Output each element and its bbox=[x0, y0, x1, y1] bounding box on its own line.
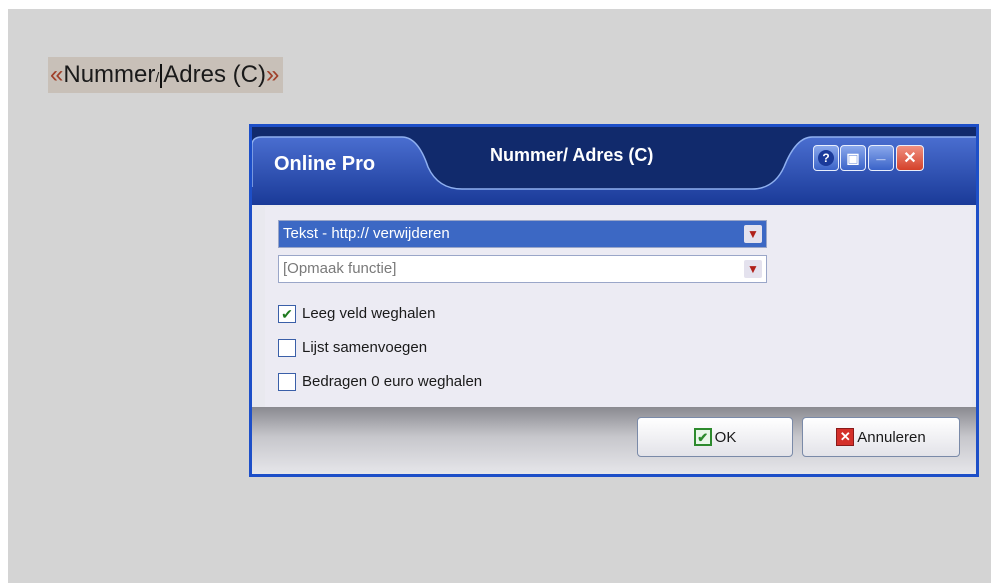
merge-field-text-before: Nummer bbox=[63, 61, 156, 88]
check-icon: ✔ bbox=[693, 428, 712, 446]
minimize-icon: _ bbox=[876, 145, 886, 162]
checkbox-box[interactable] bbox=[278, 339, 296, 357]
text-cursor bbox=[160, 63, 163, 88]
dialog-body: Tekst - http:// verwijderen ▼ [Opmaak fu… bbox=[265, 207, 972, 407]
merge-field[interactable]: «Nummer/Adres (C)» bbox=[48, 57, 284, 93]
checkbox-label: Leeg veld weghalen bbox=[302, 305, 436, 322]
ok-button[interactable]: ✔ OK bbox=[637, 417, 793, 457]
restore-button[interactable]: ▣ bbox=[840, 145, 866, 171]
format-combo[interactable]: [Opmaak functie] ▼ bbox=[278, 255, 767, 283]
dialog-titlebar[interactable]: Online Pro Nummer/ Adres (C) ? ▣ _ ✕ bbox=[252, 127, 976, 205]
merge-field-close-chevron: » bbox=[265, 61, 280, 88]
ok-label: OK bbox=[714, 428, 737, 446]
minimize-button[interactable]: _ bbox=[868, 145, 894, 171]
cancel-label: Annuleren bbox=[857, 428, 926, 446]
close-icon: ✕ bbox=[903, 150, 917, 167]
function-combo[interactable]: Tekst - http:// verwijderen ▼ bbox=[278, 220, 767, 248]
chevron-down-icon[interactable]: ▼ bbox=[744, 260, 762, 278]
checkbox-label: Bedragen 0 euro weghalen bbox=[302, 373, 483, 390]
merge-field-open-chevron: « bbox=[50, 61, 64, 88]
field-options-dialog: Online Pro Nummer/ Adres (C) ? ▣ _ ✕ Tek… bbox=[249, 124, 979, 477]
checkbox-box[interactable] bbox=[278, 373, 296, 391]
checkbox-label: Lijst samenvoegen bbox=[302, 339, 428, 356]
dialog-footer: ✔ OK ✕ Annuleren bbox=[252, 407, 976, 474]
cancel-icon: ✕ bbox=[836, 428, 855, 446]
help-icon: ? bbox=[818, 150, 834, 166]
help-button[interactable]: ? bbox=[813, 145, 839, 171]
close-button[interactable]: ✕ bbox=[896, 145, 924, 171]
function-combo-value: Tekst - http:// verwijderen bbox=[283, 225, 450, 242]
checkbox-box[interactable]: ✔ bbox=[278, 305, 296, 323]
merge-field-slash: / bbox=[155, 69, 160, 85]
app-name: Online Pro bbox=[274, 153, 376, 175]
restore-icon: ▣ bbox=[846, 149, 860, 166]
chevron-down-icon[interactable]: ▼ bbox=[744, 225, 762, 243]
merge-field-text-after: Adres (C) bbox=[163, 61, 266, 88]
dialog-title: Nummer/ Adres (C) bbox=[490, 145, 654, 165]
cancel-button[interactable]: ✕ Annuleren bbox=[802, 417, 960, 457]
format-combo-value: [Opmaak functie] bbox=[283, 260, 397, 277]
dialog-inner: Online Pro Nummer/ Adres (C) ? ▣ _ ✕ Tek… bbox=[252, 127, 976, 474]
